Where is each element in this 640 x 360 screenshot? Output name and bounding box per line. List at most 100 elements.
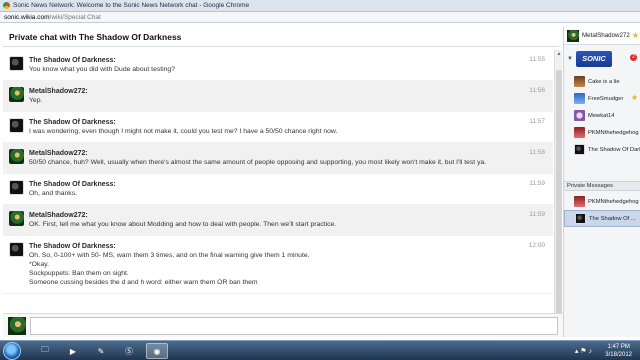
user-avatar[interactable] [9, 242, 24, 257]
chrome-icon[interactable]: ◉ [146, 343, 168, 359]
message-text: Sockpuppets: Ban them on sight. [29, 270, 129, 277]
private-message-list: PKMNthehedgehog The Shadow Of ... [564, 193, 640, 227]
message-text: Someone cussing besides the d and h word… [29, 279, 258, 286]
private-message-name: The Shadow Of ... [589, 215, 636, 222]
tray-icons[interactable]: ▴ ⚑ ♪ [575, 347, 592, 355]
chat-message: MetalShadow272: OK. First, tell me what y… [3, 205, 553, 236]
chrome-icon [3, 2, 10, 9]
user-avatar [575, 213, 586, 224]
message-username: The Shadow Of Darkness: [29, 119, 116, 126]
room-count-badge: 2 [630, 54, 637, 61]
user-list-name: The Shadow Of Darkness [588, 146, 640, 153]
message-timestamp: 11:55 [529, 56, 545, 63]
windows-taskbar: 🗀 ▶ ✎ Ⓢ ◉ ▴ ⚑ ♪ 1:47 PM 3/18/2012 [0, 340, 640, 360]
clock-date: 3/18/2012 [605, 352, 632, 358]
message-username: MetalShadow272: [29, 150, 88, 157]
chat-header-title: Private chat with The Shadow Of Darkness [9, 31, 182, 42]
message-text: You know what you did with Dude about te… [29, 66, 175, 73]
user-list-item[interactable]: Mewkat14 [564, 107, 640, 124]
user-list: Cake is a lie FreeSmudger ★ Mewkat14 PKMNthe… [564, 73, 640, 158]
chat-message: The Shadow Of Darkness: Oh. So, 0-100+ wi… [3, 236, 553, 294]
message-text: 50/50 chance, huh? Well, usually when th… [29, 159, 487, 166]
user-list-name: Cake is a lie [588, 78, 620, 85]
chat-page: Private chat with The Shadow Of Darkness… [0, 23, 640, 340]
user-list-name: Mewkat14 [588, 112, 615, 119]
user-avatar [574, 110, 585, 121]
message-timestamp: 11:57 [529, 118, 545, 125]
star-icon: ★ [631, 31, 639, 40]
user-avatar[interactable] [9, 211, 24, 226]
self-username: MetalShadow272 [582, 32, 630, 39]
scroll-up-icon[interactable]: ▲ [556, 51, 562, 57]
user-list-name: PKMNthehedgehog [588, 129, 639, 136]
taskbar-clock[interactable]: 1:47 PM 3/18/2012 [605, 343, 632, 359]
scroll-thumb[interactable] [556, 70, 562, 320]
message-text: Yep. [29, 97, 43, 104]
message-text: Oh, and thanks. [29, 190, 77, 197]
chat-message: The Shadow Of Darkness: You know what you… [3, 50, 553, 81]
self-avatar [567, 29, 579, 42]
skype-icon[interactable]: Ⓢ [118, 343, 140, 359]
user-avatar [574, 144, 585, 155]
collapse-arrow-icon[interactable]: ▼ [567, 56, 573, 62]
self-user[interactable]: MetalShadow272 ★ [564, 27, 640, 45]
user-list-name: FreeSmudger [588, 95, 624, 102]
user-avatar[interactable] [9, 118, 24, 133]
wiki-room[interactable]: ▼ SONIC 2 [564, 49, 640, 69]
message-list[interactable]: The Shadow Of Darkness: You know what you… [3, 50, 553, 333]
user-avatar[interactable] [9, 149, 24, 164]
user-list-item[interactable]: PKMNthehedgehog [564, 124, 640, 141]
chat-message: The Shadow Of Darkness: I was wondering, … [3, 112, 553, 143]
user-avatar [574, 196, 585, 207]
private-message-name: PKMNthehedgehog [588, 198, 639, 205]
chat-sidebar: MetalShadow272 ★ ▼ SONIC 2 Cake is a lie… [563, 27, 640, 337]
user-avatar[interactable] [9, 87, 24, 102]
star-icon: ★ [630, 93, 638, 102]
message-username: The Shadow Of Darkness: [29, 181, 116, 188]
message-timestamp: 12:00 [528, 242, 545, 249]
address-bar[interactable]: sonic.wikia.com/wiki/Special:Chat [0, 12, 640, 23]
message-text: Oh. So, 0-100+ with 50- MS, warn them 3 … [29, 252, 310, 259]
message-timestamp: 11:59 [529, 211, 545, 218]
message-username: MetalShadow272: [29, 212, 88, 219]
user-avatar [574, 76, 585, 87]
message-timestamp: 11:56 [529, 87, 545, 94]
window-title: Sonic News Network: Welcome to the Sonic… [13, 2, 250, 9]
clock-time: 1:47 PM [607, 344, 630, 350]
user-avatar[interactable] [9, 56, 24, 71]
private-message-item[interactable]: The Shadow Of ... [564, 210, 640, 227]
own-avatar [8, 317, 26, 335]
wiki-logo: SONIC [575, 51, 612, 67]
private-messages-header: Private Messages [564, 181, 640, 191]
message-timestamp: 11:58 [529, 149, 545, 156]
user-list-item[interactable]: Cake is a lie [564, 73, 640, 90]
chat-header: Private chat with The Shadow Of Darkness [3, 27, 559, 47]
window-titlebar: Sonic News Network: Welcome to the Sonic… [0, 0, 640, 12]
message-username: The Shadow Of Darkness: [29, 243, 116, 250]
message-username: The Shadow Of Darkness: [29, 57, 116, 64]
message-text: OK. First, tell me what you know about M… [29, 221, 337, 228]
media-player-icon[interactable]: ▶ [62, 343, 84, 359]
user-avatar[interactable] [9, 180, 24, 195]
message-timestamp: 11:59 [529, 180, 545, 187]
message-username: MetalShadow272: [29, 88, 88, 95]
message-text: *Okay. [29, 261, 49, 268]
user-avatar [574, 93, 585, 104]
pen-icon[interactable]: ✎ [90, 343, 112, 359]
chat-input-bar [3, 313, 563, 337]
start-button[interactable] [3, 342, 21, 360]
url-path: /wiki/Special:Chat [49, 13, 101, 21]
private-message-item[interactable]: PKMNthehedgehog [564, 193, 640, 210]
message-text: I was wondering, even though I might not… [29, 128, 338, 135]
windows-explorer-icon[interactable]: 🗀 [34, 343, 56, 359]
user-list-item[interactable]: The Shadow Of Darkness [564, 141, 640, 158]
user-list-item[interactable]: FreeSmudger ★ [564, 90, 640, 107]
user-avatar [574, 127, 585, 138]
message-scrollbar[interactable]: ▲ ▼ [554, 50, 562, 333]
url-text[interactable]: sonic.wikia.com/wiki/Special:Chat [4, 14, 101, 21]
chat-message-input[interactable] [30, 317, 558, 335]
chat-message: MetalShadow272: Yep. 11:56 [3, 81, 553, 112]
url-host: sonic.wikia.com [4, 13, 50, 21]
chat-message: The Shadow Of Darkness: Oh, and thanks. 11… [3, 174, 553, 205]
chat-message: MetalShadow272: 50/50 chance, huh? Well, … [3, 143, 553, 174]
